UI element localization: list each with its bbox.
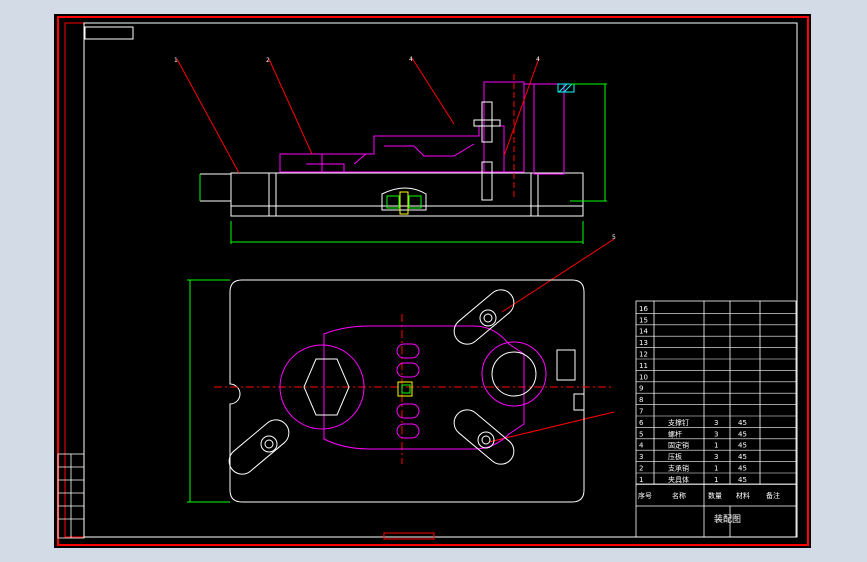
balloon-1: 1 — [174, 57, 178, 64]
balloon-2: 2 — [266, 57, 270, 64]
base-plate — [230, 172, 584, 207]
drawing-number-box — [84, 26, 134, 40]
bom-header-name: 名称 — [672, 491, 686, 500]
balloon-3: 4 — [409, 56, 413, 63]
bom-header-qty: 数量 — [708, 491, 722, 500]
bom-cell-qty: 1 — [714, 476, 718, 484]
bom-cell-qty: 3 — [714, 419, 718, 427]
cad-drawing: 1 2 4 4 5 161514131211109876 支撑钉 3 455 螺… — [57, 16, 809, 546]
drawing-title: 装配图 — [714, 513, 741, 525]
bom-cell-mat: 45 — [738, 442, 747, 450]
bom-cell-no: 4 — [639, 442, 644, 450]
bom-cell-no: 5 — [639, 430, 643, 438]
bom-cell-mat: 45 — [738, 430, 747, 438]
bom-cell-no: 6 — [639, 419, 644, 427]
bom-cell-name: 夹具体 — [668, 475, 689, 484]
bom-cell-no: 3 — [639, 453, 643, 461]
bom-header-note: 备注 — [766, 491, 780, 500]
bom-cell-no: 12 — [639, 351, 648, 359]
outer-border — [57, 16, 809, 546]
clamp-profile — [279, 125, 505, 173]
top-view — [187, 279, 614, 540]
balloon-4: 4 — [536, 56, 540, 63]
bom-cell-no: 15 — [639, 316, 648, 324]
bom-cell-no: 8 — [639, 396, 643, 404]
bom-header-no: 序号 — [638, 491, 652, 500]
bom-cell-name: 螺杆 — [668, 429, 682, 438]
bom-cell-mat: 45 — [738, 465, 747, 473]
drawing-sheet: 1 2 4 4 5 16 15 14 13 12 11 10 9 8 7 6 支… — [54, 14, 811, 548]
bom-cell-qty: 3 — [714, 453, 718, 461]
front-view — [199, 74, 607, 244]
bom-cell-qty: 3 — [714, 430, 718, 438]
bom-cell-mat: 45 — [738, 476, 747, 484]
bom-cell-qty: 1 — [714, 465, 718, 473]
bom-cell-no: 11 — [639, 362, 648, 370]
bom-cell-no: 14 — [639, 328, 648, 336]
balloon-5: 5 — [612, 234, 616, 241]
bom-table: 161514131211109876 支撑钉 3 455 螺杆 3 454 固定销 1 453 压板… — [636, 305, 796, 485]
bom-cell-qty: 1 — [714, 442, 718, 450]
bom-cell-name: 支承销 — [668, 464, 689, 473]
bom-cell-mat: 45 — [738, 419, 747, 427]
bom-cell-name: 支撑钉 — [668, 418, 689, 427]
bom-cell-no: 9 — [639, 385, 643, 393]
bom-cell-name: 压板 — [668, 452, 682, 461]
bom-cell-no: 1 — [639, 476, 643, 484]
bom-cell-mat: 45 — [738, 453, 747, 461]
bom-cell-no: 13 — [639, 339, 648, 347]
bom-cell-no: 7 — [639, 408, 643, 416]
bom-header-mat: 材料 — [736, 491, 750, 500]
bom-cell-name: 固定销 — [668, 441, 689, 450]
bom-cell-no: 2 — [639, 465, 643, 473]
bom-cell-no: 10 — [639, 373, 648, 381]
leaders — [176, 57, 615, 443]
base-outline — [229, 279, 585, 503]
left-strip — [57, 453, 85, 539]
bom-cell-no: 16 — [639, 305, 648, 313]
